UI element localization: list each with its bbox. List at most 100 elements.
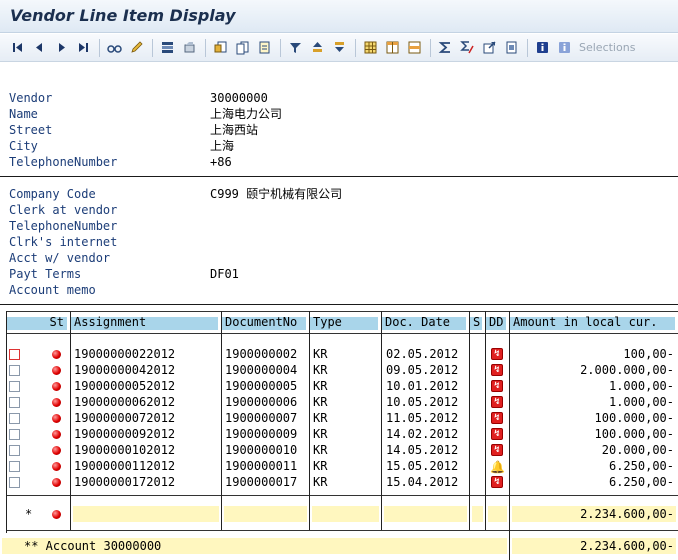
glasses-icon[interactable] — [105, 38, 124, 57]
header-s[interactable]: S — [470, 312, 485, 333]
next-page-icon[interactable] — [52, 38, 71, 57]
row-checkbox[interactable] — [9, 397, 20, 408]
subtotal-fill — [488, 506, 507, 522]
document-no-cell[interactable]: 1900000010 — [225, 442, 309, 458]
due-date-red-icon: ↯ — [491, 396, 503, 408]
amount-cell: 6.250,00- — [608, 475, 674, 489]
assignment-cell[interactable]: 19000000112012 — [74, 458, 220, 474]
amount-cell: 2.000.000,00- — [580, 363, 674, 377]
row-checkbox[interactable] — [9, 349, 20, 360]
sort-ascending-icon[interactable] — [308, 38, 327, 57]
type-cell: KR — [313, 379, 328, 393]
header-document-no[interactable]: DocumentNo — [222, 312, 309, 333]
header-amount[interactable]: Amount in local cur. — [510, 312, 678, 333]
info-selections-icon[interactable] — [555, 38, 574, 57]
subtotal-icon[interactable] — [458, 38, 477, 57]
table-row[interactable]: 19000000062012 1900000006 KR 10.05.2012 ↯ 1.0… — [0, 394, 678, 410]
due-date-red-icon: ↯ — [491, 444, 503, 456]
amount-cell: 6.250,00- — [608, 459, 674, 473]
assignment-cell[interactable]: 19000000062012 — [74, 394, 220, 410]
row-checkbox[interactable] — [9, 365, 20, 376]
row-checkbox[interactable] — [9, 445, 20, 456]
document-no-cell[interactable]: 1900000017 — [225, 474, 309, 490]
table-row[interactable]: 19000000022012 1900000002 KR 02.05.2012 ↯ 100… — [0, 346, 678, 362]
table-row[interactable]: 19000000092012 1900000009 KR 14.02.2012 ↯ 100… — [0, 426, 678, 442]
name-label: Name — [9, 107, 38, 121]
header-doc-date[interactable]: Doc. Date — [382, 312, 469, 333]
document-copy-icon[interactable] — [233, 38, 252, 57]
status-red-icon — [52, 462, 61, 471]
table-row[interactable]: 19000000052012 1900000005 KR 10.01.2012 ↯ 1.0… — [0, 378, 678, 394]
header-assignment[interactable]: Assignment — [71, 312, 221, 333]
table-row[interactable]: 19000000102012 1900000010 KR 14.05.2012 ↯ 20.… — [0, 442, 678, 458]
rows-icon[interactable] — [405, 38, 424, 57]
doc-date-cell: 11.05.2012 — [386, 411, 459, 425]
pencil-icon[interactable] — [127, 38, 146, 57]
assignment-cell[interactable]: 19000000072012 — [74, 410, 220, 426]
assignment-cell[interactable]: 19000000022012 — [74, 346, 220, 362]
first-page-icon[interactable] — [8, 38, 27, 57]
row-checkbox[interactable] — [9, 461, 20, 472]
previous-page-icon[interactable] — [30, 38, 49, 57]
print-icon[interactable] — [502, 38, 521, 57]
document-no-cell[interactable]: 1900000002 — [225, 346, 309, 362]
sort-descending-icon[interactable] — [330, 38, 349, 57]
selections-button[interactable]: Selections — [579, 41, 635, 54]
assignment-cell[interactable]: 19000000092012 — [74, 426, 220, 442]
assignment-cell[interactable]: 19000000042012 — [74, 362, 220, 378]
header-status[interactable]: St — [7, 312, 70, 333]
name-value: 上海电力公司 — [210, 107, 283, 121]
sum-icon[interactable] — [436, 38, 455, 57]
table-row[interactable]: 19000000072012 1900000007 KR 11.05.2012 ↯ 100… — [0, 410, 678, 426]
document-no-cell[interactable]: 1900000007 — [225, 410, 309, 426]
document-icon[interactable] — [211, 38, 230, 57]
document-no-cell[interactable]: 1900000009 — [225, 426, 309, 442]
export-icon[interactable] — [480, 38, 499, 57]
assignment-cell[interactable]: 19000000052012 — [74, 378, 220, 394]
grid-icon[interactable] — [361, 38, 380, 57]
assignment-cell[interactable]: 19000000172012 — [74, 474, 220, 490]
table-row[interactable]: 19000000042012 1900000004 KR 09.05.2012 ↯ 2.0… — [0, 362, 678, 378]
subtotal-fill — [224, 506, 307, 522]
document-no-cell[interactable]: 1900000004 — [225, 362, 309, 378]
doc-date-cell: 15.05.2012 — [386, 459, 459, 473]
doc-date-cell: 09.05.2012 — [386, 363, 459, 377]
table-row[interactable]: 19000000172012 1900000017 KR 15.04.2012 ↯ 6.2… — [0, 474, 678, 490]
status-red-icon — [52, 366, 61, 375]
type-cell: KR — [313, 363, 328, 377]
doc-date-cell: 14.02.2012 — [386, 427, 459, 441]
table-row[interactable]: 19000000112012 1900000011 KR 15.05.2012 🔔 6.2… — [0, 458, 678, 474]
info-icon[interactable] — [533, 38, 552, 57]
row-checkbox[interactable] — [9, 477, 20, 488]
status-red-icon — [52, 382, 61, 391]
amount-cell: 1.000,00- — [608, 379, 674, 393]
type-cell: KR — [313, 475, 328, 489]
assignment-cell[interactable]: 19000000102012 — [74, 442, 220, 458]
document-no-cell[interactable]: 1900000011 — [225, 458, 309, 474]
document-no-cell[interactable]: 1900000005 — [225, 378, 309, 394]
document-no-cell[interactable]: 1900000006 — [225, 394, 309, 410]
columns-icon[interactable] — [383, 38, 402, 57]
due-date-red-icon: ↯ — [491, 476, 503, 488]
table-subtotal-border — [6, 530, 678, 531]
header-type[interactable]: Type — [310, 312, 381, 333]
city-value: 上海 — [210, 139, 235, 153]
amount-cell: 1.000,00- — [608, 395, 674, 409]
status-red-icon — [52, 446, 61, 455]
table-header-border — [6, 333, 678, 334]
document-info-icon[interactable] — [255, 38, 274, 57]
city-label: City — [9, 139, 38, 153]
row-checkbox[interactable] — [9, 429, 20, 440]
last-page-icon[interactable] — [74, 38, 93, 57]
status-red-icon — [52, 510, 61, 519]
row-checkbox[interactable] — [9, 381, 20, 392]
select-layout-icon[interactable] — [158, 38, 177, 57]
clear-icon[interactable] — [180, 38, 199, 57]
due-date-red-icon: ↯ — [491, 380, 503, 392]
header-dd[interactable]: DD — [486, 312, 509, 333]
company-code-value: C999 颐宁机械有限公司 — [210, 187, 343, 201]
filter-icon[interactable] — [286, 38, 305, 57]
row-checkbox[interactable] — [9, 413, 20, 424]
toolbar-separator — [280, 38, 281, 57]
total-amount: 2.234.600,00- — [512, 538, 676, 554]
